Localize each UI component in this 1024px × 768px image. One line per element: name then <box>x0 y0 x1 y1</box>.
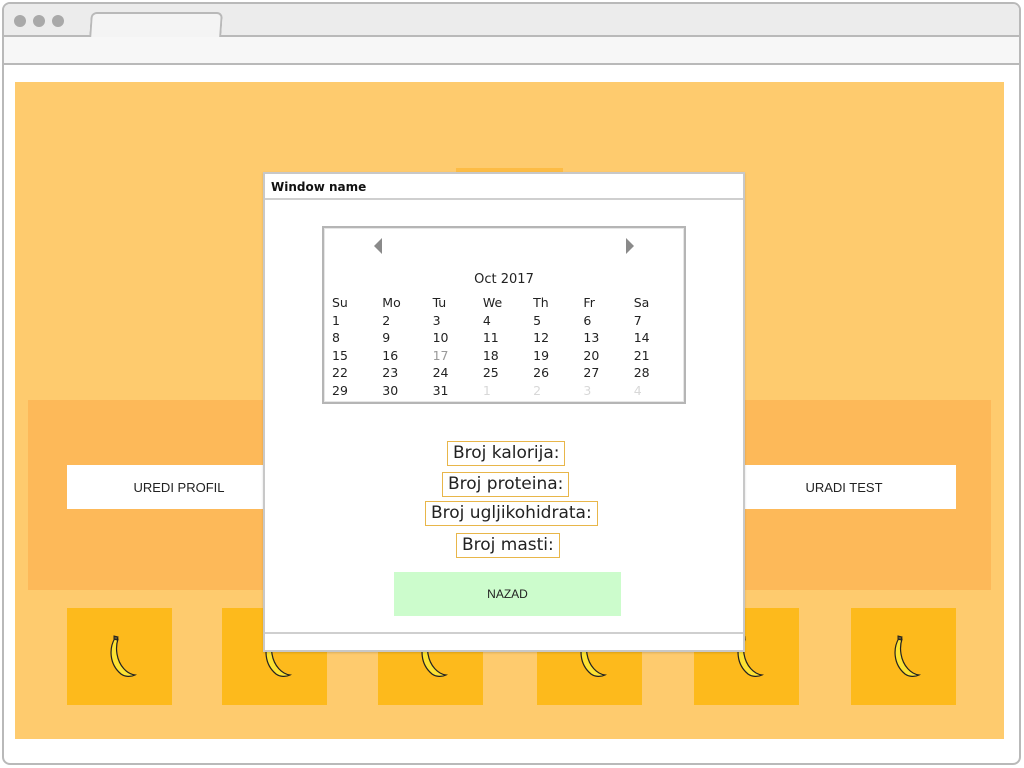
calendar-day-outside[interactable]: 1 <box>479 382 529 400</box>
calendar-day[interactable]: 15 <box>328 347 378 365</box>
calendar-day[interactable]: 14 <box>630 329 680 347</box>
calendar-day[interactable]: 23 <box>378 364 428 382</box>
banana-icon <box>893 634 921 677</box>
calendar-day[interactable]: 12 <box>529 329 579 347</box>
calendar-day[interactable]: 5 <box>529 312 579 330</box>
back-button[interactable]: NAZAD <box>394 572 621 616</box>
browser-tab[interactable] <box>89 12 223 39</box>
weekday-label: Su <box>332 295 348 310</box>
weekday-label: Th <box>533 295 549 310</box>
calendar-day-outside[interactable]: 4 <box>630 382 680 400</box>
previous-month-icon[interactable] <box>374 238 382 254</box>
calendar-day[interactable]: 25 <box>479 364 529 382</box>
calendar-day-outside[interactable]: 3 <box>579 382 629 400</box>
browser-titlebar <box>4 4 1019 39</box>
calendar-day[interactable]: 24 <box>429 364 479 382</box>
calendar-day[interactable]: 31 <box>429 382 479 400</box>
calendar-day[interactable]: 8 <box>328 329 378 347</box>
calendar-day[interactable]: 21 <box>630 347 680 365</box>
calendar-day[interactable]: 19 <box>529 347 579 365</box>
weekday-label: We <box>482 295 503 310</box>
calendar-day[interactable]: 18 <box>479 347 529 365</box>
calendar-day[interactable]: 9 <box>378 329 428 347</box>
calendar-day[interactable]: 11 <box>479 329 529 347</box>
banana-icon <box>109 634 137 677</box>
calendar-day[interactable]: 29 <box>328 382 378 400</box>
protein-label: Broj proteina: <box>442 472 570 497</box>
maximize-window-dot[interactable] <box>52 15 64 27</box>
close-window-dot[interactable] <box>14 15 26 27</box>
calendar-day[interactable]: 26 <box>529 364 579 382</box>
calendar-day[interactable]: 22 <box>328 364 378 382</box>
calendar-day[interactable]: 1 <box>328 312 378 330</box>
minimize-window-dot[interactable] <box>33 15 45 27</box>
modal-title: Window name <box>265 174 743 200</box>
calendar-day[interactable]: 30 <box>378 382 428 400</box>
calendar-day[interactable]: 28 <box>630 364 680 382</box>
edit-profile-button[interactable]: UREDI PROFIL <box>67 465 291 509</box>
carbs-label: Broj ugljikohidrata: <box>425 501 598 526</box>
take-test-button[interactable]: URADI TEST <box>732 465 956 509</box>
calendar-day[interactable]: 4 <box>479 312 529 330</box>
modal-window: Window name Oct 2017 Su Mo Tu We Th Fr Sa 1 2 3 4 5… <box>263 172 745 652</box>
tile-6[interactable] <box>851 608 956 705</box>
calendar-month-label: Oct 2017 <box>474 272 534 287</box>
address-bar[interactable] <box>4 37 1019 65</box>
calendar-day[interactable]: 20 <box>579 347 629 365</box>
calendar-day[interactable]: 2 <box>378 312 428 330</box>
date-picker: Oct 2017 Su Mo Tu We Th Fr Sa 1 2 3 4 5 6 7 8 9 10 11 12 13… <box>322 226 686 404</box>
calendar-day[interactable]: 6 <box>579 312 629 330</box>
tile-1[interactable] <box>67 608 172 705</box>
calendar-day[interactable]: 27 <box>579 364 629 382</box>
calendar-day-outside[interactable]: 2 <box>529 382 579 400</box>
calendar-day[interactable]: 16 <box>378 347 428 365</box>
modal-footer <box>265 632 743 650</box>
calendar-day[interactable]: 7 <box>630 312 680 330</box>
next-month-icon[interactable] <box>626 238 634 254</box>
weekday-label: Sa <box>633 295 650 310</box>
calendar-day[interactable]: 17 <box>429 347 479 365</box>
calories-label: Broj kalorija: <box>447 441 566 466</box>
calendar-day[interactable]: 10 <box>429 329 479 347</box>
calendar-day[interactable]: 3 <box>429 312 479 330</box>
calendar-day[interactable]: 13 <box>579 329 629 347</box>
fat-label: Broj masti: <box>456 533 560 558</box>
weekday-label: Tu <box>432 295 447 310</box>
calendar-grid: Su Mo Tu We Th Fr Sa 1 2 3 4 5 6 7 8 9 10 11 12 13 14 15 16 17 1… <box>328 294 680 399</box>
weekday-label: Fr <box>583 295 595 310</box>
weekday-label: Mo <box>382 295 401 310</box>
